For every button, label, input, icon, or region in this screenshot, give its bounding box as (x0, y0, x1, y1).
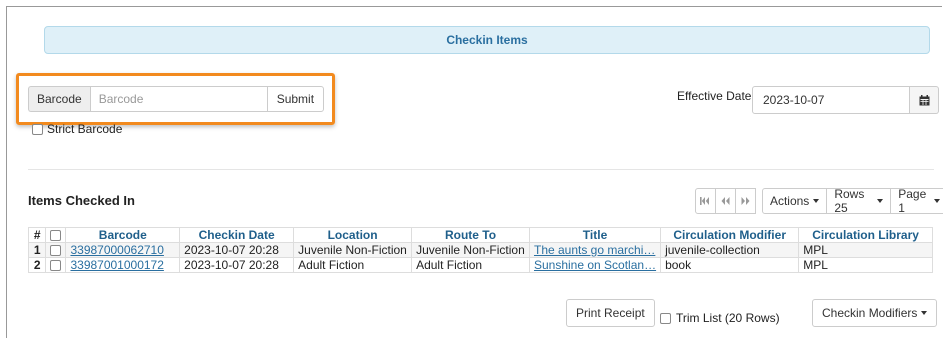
first-page-icon (700, 197, 710, 205)
next-page-button[interactable] (734, 188, 756, 214)
table-row[interactable]: 2 33987001000172 2023-10-07 20:28 Adult … (27, 257, 933, 273)
effective-date-group (752, 86, 939, 114)
row-number: 2 (27, 257, 47, 273)
grid-toolbar: Actions Rows 25 Page 1 (695, 187, 943, 215)
items-table: # Barcode Checkin Date Location Route To… (27, 227, 933, 273)
section-divider (28, 169, 934, 170)
column-header-route-to[interactable]: Route To (411, 227, 530, 243)
prev-page-button[interactable] (714, 188, 736, 214)
checkin-date-cell: 2023-10-07 20:28 (179, 242, 295, 258)
title-link[interactable]: The aunts go marchi… (534, 244, 655, 257)
chevron-down-icon (813, 199, 820, 203)
row-checkbox[interactable] (50, 245, 62, 257)
column-header-select-all[interactable] (45, 227, 67, 243)
actions-dropdown[interactable]: Actions (761, 188, 828, 214)
column-header-checkin-date[interactable]: Checkin Date (179, 227, 295, 243)
checkin-modifiers-label: Checkin Modifiers (822, 306, 918, 320)
next-page-icon (741, 197, 750, 205)
barcode-link[interactable]: 33987001000172 (70, 259, 163, 272)
table-row[interactable]: 1 33987000062710 2023-10-07 20:28 Juveni… (27, 242, 933, 258)
items-checked-in-title: Items Checked In (28, 193, 135, 208)
row-checkbox[interactable] (50, 260, 62, 272)
column-header-title[interactable]: Title (528, 227, 662, 243)
route-to-cell: Adult Fiction (411, 257, 530, 273)
effective-date-input[interactable] (752, 86, 910, 114)
location-cell: Adult Fiction (293, 257, 413, 273)
effective-date-label: Effective Date (677, 89, 752, 103)
page-label: Page 1 (898, 187, 927, 215)
rows-label: Rows 25 (834, 187, 865, 215)
chevron-down-icon (877, 199, 884, 203)
table-header-row: # Barcode Checkin Date Location Route To… (27, 227, 933, 243)
barcode-cell: 33987000062710 (65, 242, 181, 258)
title-cell: The aunts go marchi… (528, 242, 662, 258)
barcode-input-group: Barcode Submit (28, 86, 325, 112)
circ-modifier-cell: juvenile-collection (660, 242, 800, 258)
trim-list-label: Trim List (20 Rows) (676, 311, 780, 325)
barcode-input[interactable] (89, 86, 268, 112)
trim-list-option[interactable]: Trim List (20 Rows) (660, 311, 780, 325)
print-receipt-button[interactable]: Print Receipt (566, 299, 655, 327)
title-link[interactable]: Sunshine on Scotlan… (534, 259, 656, 272)
page-dropdown[interactable]: Page 1 (890, 187, 943, 215)
barcode-cell: 33987001000172 (65, 257, 181, 273)
rows-dropdown[interactable]: Rows 25 (826, 187, 892, 215)
page-title: Checkin Items (44, 26, 930, 54)
chevron-down-icon (921, 311, 928, 315)
circ-library-cell: MPL (798, 242, 933, 258)
trim-list-checkbox[interactable] (660, 312, 671, 324)
column-header-location[interactable]: Location (293, 227, 413, 243)
circ-modifier-cell: book (660, 257, 800, 273)
select-all-checkbox[interactable] (50, 230, 62, 242)
strict-barcode-label: Strict Barcode (47, 122, 123, 136)
title-cell: Sunshine on Scotlan… (528, 257, 662, 273)
column-header-number[interactable]: # (27, 227, 47, 243)
submit-button[interactable]: Submit (266, 86, 325, 112)
circ-library-cell: MPL (798, 257, 933, 273)
prev-page-icon (721, 197, 730, 205)
barcode-label: Barcode (28, 86, 90, 112)
page-title-text: Checkin Items (446, 33, 528, 47)
chevron-down-icon (933, 199, 940, 203)
actions-label: Actions (769, 194, 810, 208)
location-cell: Juvenile Non-Fiction (293, 242, 413, 258)
row-select-cell[interactable] (45, 242, 67, 258)
checkin-modifiers-button[interactable]: Checkin Modifiers (812, 299, 938, 327)
first-page-button[interactable] (695, 188, 716, 214)
barcode-link[interactable]: 33987000062710 (70, 244, 163, 257)
column-header-circ-modifier[interactable]: Circulation Modifier (660, 227, 800, 243)
row-select-cell[interactable] (45, 257, 67, 273)
column-header-barcode[interactable]: Barcode (65, 227, 181, 243)
checkin-date-cell: 2023-10-07 20:28 (179, 257, 295, 273)
calendar-button[interactable] (910, 86, 939, 114)
route-to-cell: Juvenile Non-Fiction (411, 242, 530, 258)
strict-barcode-checkbox[interactable] (32, 123, 43, 135)
page-frame (6, 6, 942, 338)
calendar-icon (919, 94, 929, 105)
column-header-circ-library[interactable]: Circulation Library (798, 227, 933, 243)
row-number: 1 (27, 242, 47, 258)
strict-barcode-option[interactable]: Strict Barcode (32, 122, 122, 136)
